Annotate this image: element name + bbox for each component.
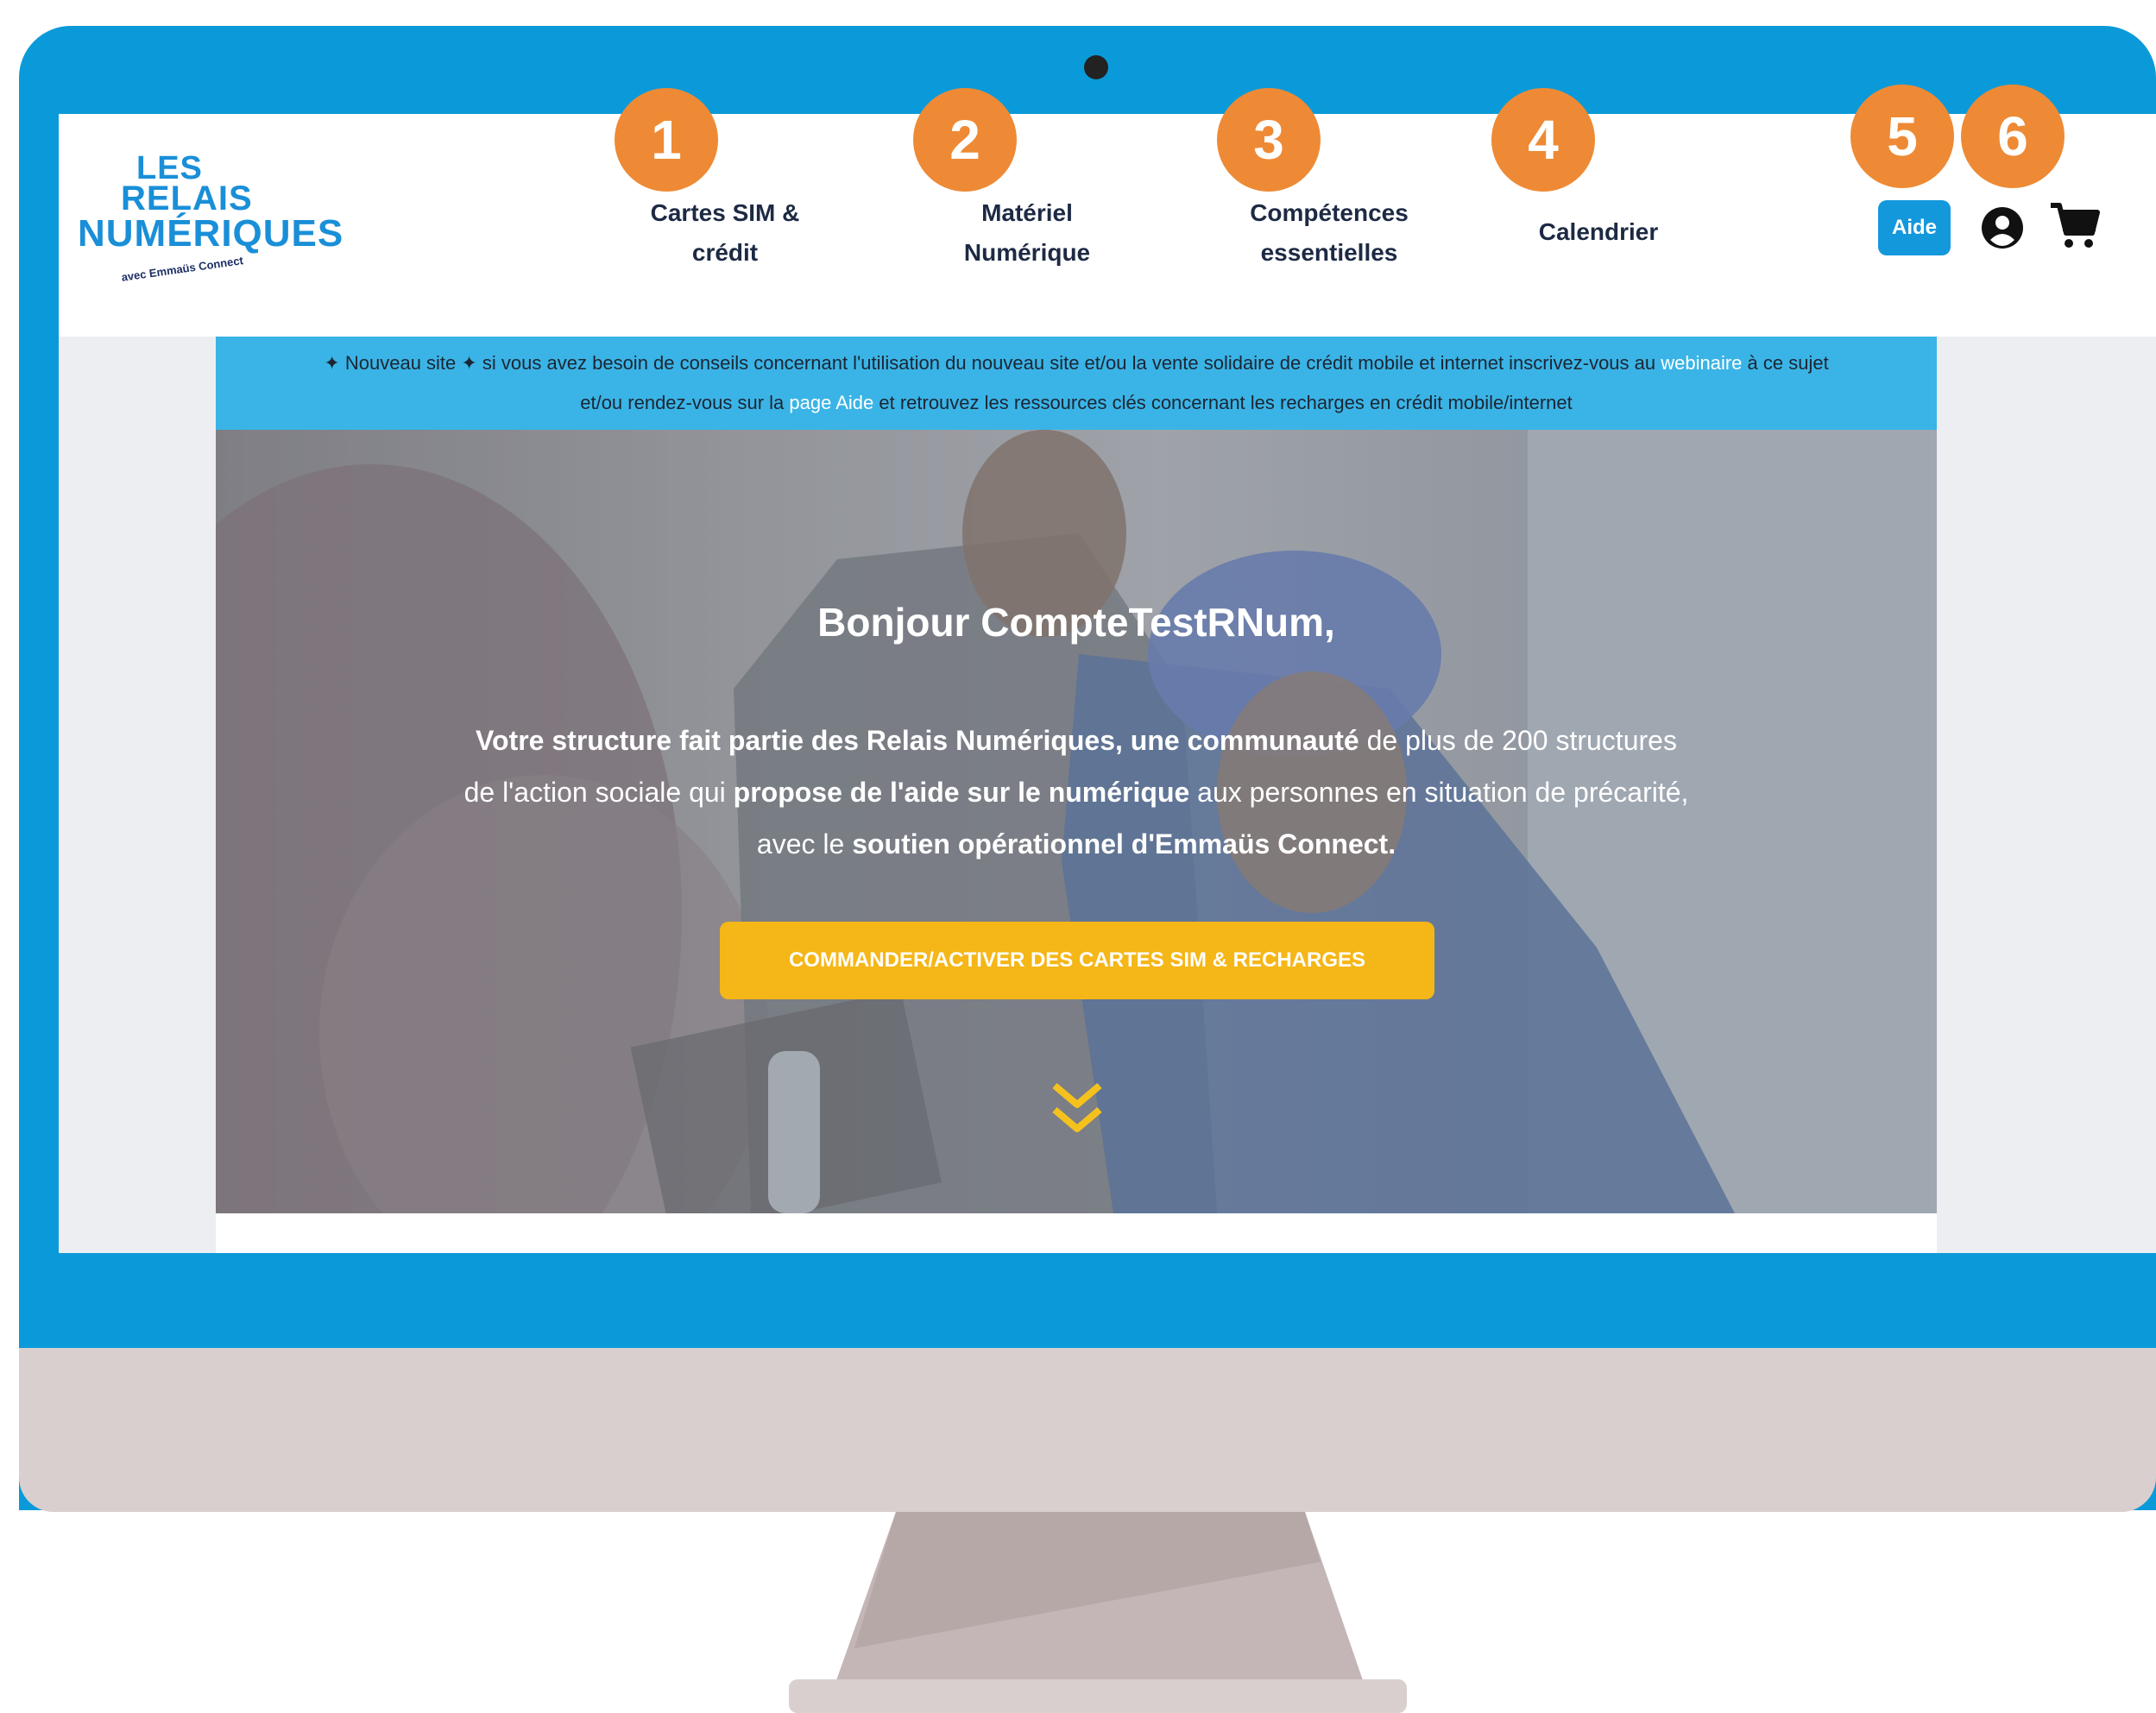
nav-label-line2: Numérique: [963, 239, 1091, 266]
hero-line-1: Votre structure fait partie des Relais N…: [440, 715, 1712, 766]
notice-text: ✦ Nouveau site ✦ si vous avez besoin de …: [324, 352, 1661, 374]
webcam: [1084, 55, 1108, 79]
nav-calendrier[interactable]: Calendrier: [1486, 212, 1711, 252]
page-aide-link[interactable]: page Aide: [789, 392, 873, 413]
callout-badge-5: 5: [1850, 85, 1954, 188]
browser-screen: LES RELAIS NUMÉRIQUES avec Emmaüs Connec…: [59, 114, 2156, 1253]
main-content: ✦ Nouveau site ✦ si vous avez besoin de …: [216, 337, 1937, 1253]
hero-bold: propose de l'aide sur le numérique: [733, 777, 1190, 808]
nav-competences-essentielles[interactable]: Compétences essentielles: [1217, 193, 1441, 273]
callout-badge-4: 4: [1491, 88, 1595, 192]
notice-line-1: ✦ Nouveau site ✦ si vous avez besoin de …: [216, 343, 1937, 383]
hero-text: aux personnes en situation de précarité,: [1189, 777, 1689, 808]
nav-label-line1: Compétences: [1250, 199, 1409, 226]
notice-text: et/ou rendez-vous sur la: [580, 392, 790, 413]
logo-line-3: NUMÉRIQUES: [78, 212, 344, 255]
hero-text: de plus de 200 structures: [1359, 725, 1677, 756]
nav-label-line1: Matériel: [981, 199, 1073, 226]
hero-greeting: Bonjour CompteTestRNum,: [817, 600, 1335, 645]
site-header: LES RELAIS NUMÉRIQUES avec Emmaüs Connec…: [59, 114, 2156, 337]
double-chevron-down-icon[interactable]: [1050, 1079, 1105, 1141]
notice-text: et retrouvez les ressources clés concern…: [873, 392, 1573, 413]
aide-button[interactable]: Aide: [1878, 200, 1951, 255]
order-sim-cards-button[interactable]: COMMANDER/ACTIVER DES CARTES SIM & RECHA…: [720, 922, 1434, 999]
notice-line-2: et/ou rendez-vous sur la page Aide et re…: [216, 383, 1937, 423]
nav-label-line2: essentielles: [1260, 239, 1398, 266]
hero-description: Votre structure fait partie des Relais N…: [440, 715, 1712, 870]
logo-tagline: avec Emmaüs Connect: [120, 254, 244, 284]
callout-badge-2: 2: [913, 88, 1017, 192]
hero-text: avec le: [756, 828, 853, 860]
notice-banner: ✦ Nouveau site ✦ si vous avez besoin de …: [216, 337, 1937, 430]
nav-label-line1: Calendrier: [1538, 218, 1659, 245]
hero-bold: soutien opérationnel d'Emmaüs Connect.: [852, 828, 1396, 860]
cart-icon[interactable]: [2049, 200, 2101, 252]
webinaire-link[interactable]: webinaire: [1661, 352, 1742, 374]
nav-label-line2: crédit: [691, 239, 759, 266]
nav-cartes-sim[interactable]: Cartes SIM & crédit: [613, 193, 837, 273]
hero-section: Bonjour CompteTestRNum, Votre structure …: [216, 430, 1937, 1213]
hero-line-2: de l'action sociale qui propose de l'aid…: [440, 766, 1712, 818]
hero-line-3: avec le soutien opérationnel d'Emmaüs Co…: [440, 818, 1712, 870]
nav-label-line1: Cartes SIM &: [650, 199, 800, 226]
logo[interactable]: LES RELAIS NUMÉRIQUES avec Emmaüs Connec…: [76, 150, 343, 305]
hero-text: de l'action sociale qui: [463, 777, 734, 808]
notice-text: à ce sujet: [1742, 352, 1829, 374]
monitor-chin: [19, 1348, 2156, 1512]
callout-badge-6: 6: [1961, 85, 2065, 188]
user-circle-icon[interactable]: [1980, 205, 2025, 250]
callout-badge-3: 3: [1217, 88, 1321, 192]
nav-materiel-numerique[interactable]: Matériel Numérique: [915, 193, 1139, 273]
hero-bold: Votre structure fait partie des Relais N…: [476, 725, 1359, 756]
callout-badge-1: 1: [615, 88, 718, 192]
